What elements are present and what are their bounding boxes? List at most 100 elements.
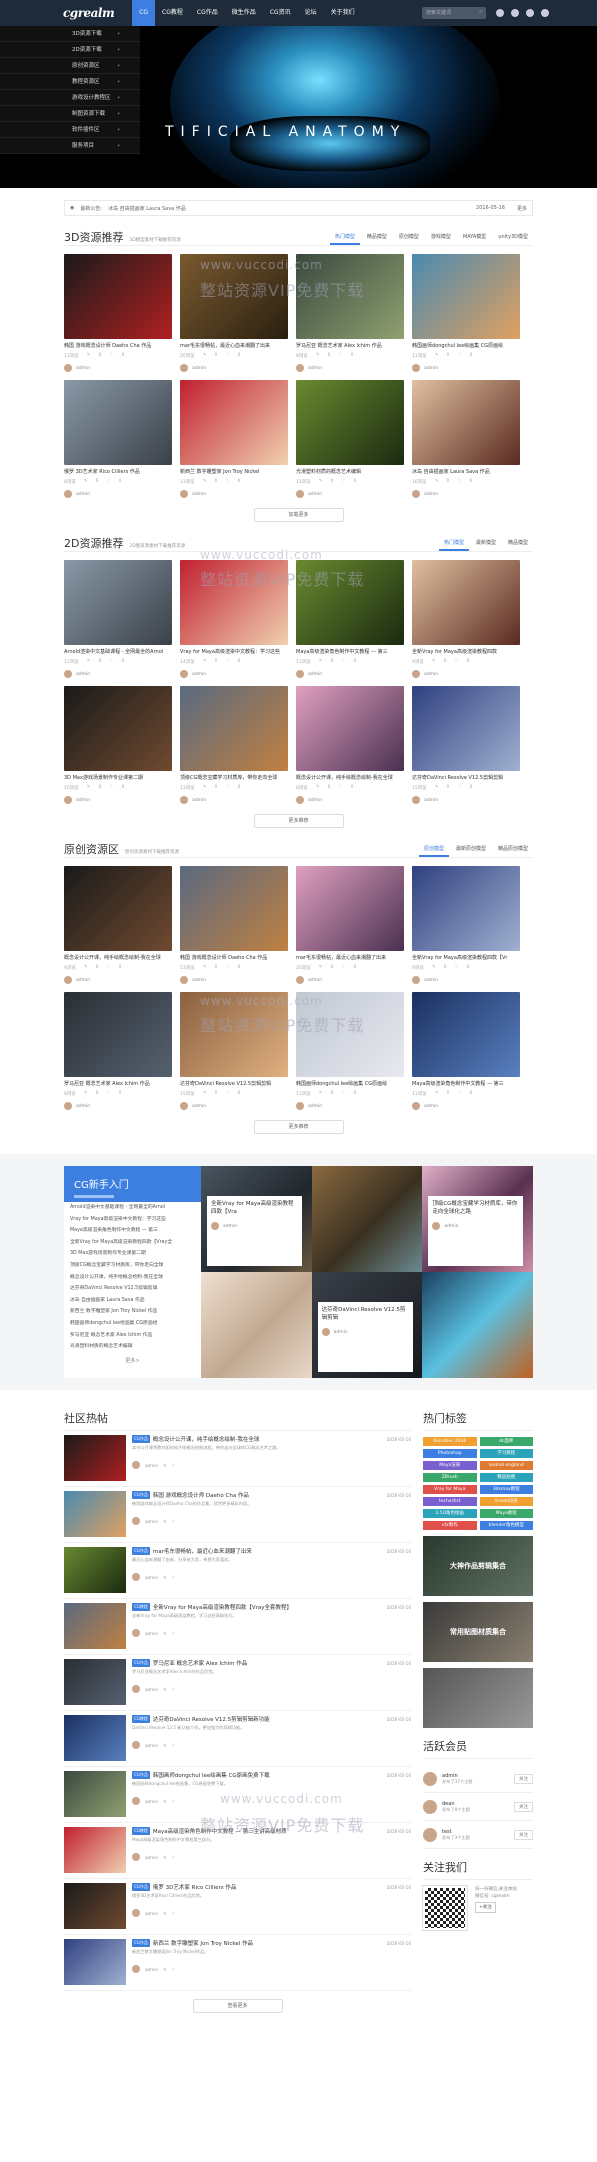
- card-thumbnail[interactable]: [412, 380, 520, 465]
- featured-title[interactable]: 达芬奇DaVinci Resolve V12.5剪辑剪辑: [322, 1306, 409, 1322]
- card-title[interactable]: mar毛东很畅帖，最近心血来潮翻了出来: [296, 954, 404, 961]
- resource-card[interactable]: 顶级CG概念宝藏学习材质库，带你走向全球 13浏览 ✎ 0 ♡ 0 admin: [180, 686, 288, 812]
- resource-card[interactable]: mar毛东很畅帖，最近心血来潮翻了出来 20浏览 ✎ 0 ♡ 0 admin: [180, 254, 288, 380]
- notice-text[interactable]: 冰岛 自由插画家 Laura Sava 作品: [108, 205, 186, 212]
- card-title[interactable]: 达芬奇DaVinci Resolve V12.5剪辑剪辑: [412, 774, 520, 781]
- card-title[interactable]: 韩国画师dongchul lee绘画集 CG原画绘: [412, 342, 520, 349]
- ad-banner[interactable]: [423, 1668, 533, 1728]
- newbie-list-item[interactable]: 韩国画师dongchul lee绘画集 CG原画绘: [64, 1318, 201, 1330]
- post-tag[interactable]: CG作品: [132, 1883, 150, 1891]
- tag-chip[interactable]: animal england: [479, 1461, 533, 1470]
- card-thumbnail[interactable]: [296, 992, 404, 1077]
- more-button[interactable]: 更多推荐: [253, 814, 344, 828]
- card-title[interactable]: Arnold渲染中文基础课程 - 全网最全的Arnol: [64, 648, 172, 655]
- tab[interactable]: 精品模型: [503, 536, 533, 551]
- post-item[interactable]: CG作品 新西兰 数字雕塑家 Jon Troy Nickel 作品 2016-05-…: [64, 1935, 411, 1991]
- category-item[interactable]: 服务项目 ›: [0, 138, 140, 154]
- card-title[interactable]: 概念设计公开课，纯手绘概念绘制-我在全球: [296, 774, 404, 781]
- view-more-button[interactable]: 查看更多: [192, 1999, 283, 2013]
- tag-chip[interactable]: Maya教程: [479, 1509, 533, 1518]
- search-input[interactable]: 搜索关键词 ⌕: [422, 7, 486, 19]
- nav-item[interactable]: CG作品: [190, 0, 225, 26]
- post-item[interactable]: CG教程 全新Vray for Maya高级渲染教程四款【Vray全套教程】 201…: [64, 1599, 411, 1655]
- post-item[interactable]: CG教程 达芬奇DaVinci Resolve V12.5剪辑剪辑新功能 2016-…: [64, 1711, 411, 1767]
- post-title[interactable]: mar毛东很畅帖，最近心血来潮翻了出来: [153, 1547, 252, 1555]
- card-thumbnail[interactable]: [64, 992, 172, 1077]
- post-thumbnail[interactable]: [64, 1603, 126, 1649]
- card-thumbnail[interactable]: [296, 866, 404, 951]
- card-thumbnail[interactable]: [180, 380, 288, 465]
- tab[interactable]: 最新模型: [471, 536, 501, 551]
- tab[interactable]: 热门模型: [438, 536, 469, 551]
- post-thumbnail[interactable]: [64, 1435, 126, 1481]
- follow-button[interactable]: 关注: [514, 1801, 533, 1812]
- post-item[interactable]: CG作品 概念设计公开课，纯手绘概念绘制-我在全球 2016-05-16 本节公开课…: [64, 1431, 411, 1487]
- newbie-list-item[interactable]: Arnold渲染中文基础课程 - 全网最全的Arnol: [64, 1202, 201, 1214]
- post-item[interactable]: CG教程 Maya高级渲染角色制作中文教程 — 第三主讲高级材质 2016-05-1…: [64, 1823, 411, 1879]
- featured-tile[interactable]: [422, 1272, 533, 1378]
- category-item[interactable]: 3D资源下载 ›: [0, 26, 140, 42]
- card-title[interactable]: 达芬奇DaVinci Resolve V12.5剪辑剪辑: [180, 1080, 288, 1087]
- post-title[interactable]: 韩国画师dongchul lee绘画集 CG原画免费下载: [153, 1771, 270, 1779]
- tag-chip[interactable]: 学习教程: [479, 1449, 533, 1458]
- resource-card[interactable]: Vray for Maya高级渲染中文教程：学习这些 14浏览 ✎ 0 ♡ 0 admi…: [180, 560, 288, 686]
- tab[interactable]: 最新原创模型: [451, 842, 491, 857]
- newbie-more-link[interactable]: 更多>: [64, 1357, 201, 1364]
- resource-card[interactable]: 韩国 游戏概念设计师 Daeho Cha 作品 13浏览 ✎ 0 ♡ 0 admin: [180, 866, 288, 992]
- card-title[interactable]: 全新Vray for Maya高级渲染教程四款【Vr: [412, 954, 520, 961]
- post-thumbnail[interactable]: [64, 1883, 126, 1929]
- card-thumbnail[interactable]: [64, 866, 172, 951]
- resource-card[interactable]: Arnold渲染中文基础课程 - 全网最全的Arnol 12浏览 ✎ 0 ♡ 0 adm…: [64, 560, 172, 686]
- tag-chip[interactable]: Maya渲染: [423, 1461, 477, 1470]
- post-thumbnail[interactable]: [64, 1659, 126, 1705]
- post-title[interactable]: 韩国 游戏概念设计师 Daeho Cha 作品: [153, 1491, 249, 1499]
- resource-card[interactable]: 达芬奇DaVinci Resolve V12.5剪辑剪辑 15浏览 ✎ 0 ♡ 0 ad…: [412, 686, 520, 812]
- nav-item[interactable]: 微生作品: [225, 0, 263, 26]
- card-title[interactable]: 冰岛 自由插画家 Laura Sava 作品: [412, 468, 520, 475]
- tag-chip[interactable]: vfx制作: [423, 1521, 477, 1530]
- tab[interactable]: 游戏模型: [426, 230, 456, 245]
- post-item[interactable]: CG作品 俄罗 3D艺术家 Rico Cilliers 作品 2016-05-16 …: [64, 1879, 411, 1935]
- resource-card[interactable]: mar毛东很畅帖，最近心血来潮翻了出来 20浏览 ✎ 0 ♡ 0 admin: [296, 866, 404, 992]
- tab[interactable]: 热门模型: [329, 230, 360, 245]
- card-thumbnail[interactable]: [412, 560, 520, 645]
- card-thumbnail[interactable]: [180, 254, 288, 339]
- resource-card[interactable]: 韩国画师dongchul lee绘画集 CG原画绘 11浏览 ✎ 0 ♡ 0 admin: [412, 254, 520, 380]
- post-item[interactable]: CG作品 韩国 游戏概念设计师 Daeho Cha 作品 2016-05-16 韩国…: [64, 1487, 411, 1543]
- resource-card[interactable]: 新西兰 数字雕塑家 Jon Troy Nickel 13浏览 ✎ 0 ♡ 0 admin: [180, 380, 288, 506]
- card-title[interactable]: Maya高级渲染角色制作中文教程 — 第三: [412, 1080, 520, 1087]
- post-thumbnail[interactable]: [64, 1547, 126, 1593]
- search-icon[interactable]: ⌕: [479, 9, 482, 17]
- card-thumbnail[interactable]: [64, 560, 172, 645]
- post-tag[interactable]: CG作品: [132, 1659, 150, 1667]
- newbie-list-item[interactable]: 新西兰 数字雕塑家 Jon Troy Nickel 作品: [64, 1306, 201, 1318]
- post-tag[interactable]: CG作品: [132, 1491, 150, 1499]
- load-more-button[interactable]: 加载更多: [253, 508, 344, 522]
- card-thumbnail[interactable]: [296, 380, 404, 465]
- newbie-list-item[interactable]: 达芬奇DaVinci Resolve V12.5剪辑剪辑: [64, 1283, 201, 1295]
- card-title[interactable]: 俄罗 3D艺术家 Rico Cilliers 作品: [64, 468, 172, 475]
- nav-item[interactable]: 论坛: [298, 0, 324, 26]
- resource-card[interactable]: 达芬奇DaVinci Resolve V12.5剪辑剪辑 15浏览 ✎ 0 ♡ 0 ad…: [180, 992, 288, 1118]
- resource-card[interactable]: 罗马尼亚 概念艺术家 Alex Ichim 作品 9浏览 ✎ 0 ♡ 0 admin: [296, 254, 404, 380]
- site-logo[interactable]: cgrealm: [63, 6, 115, 20]
- tag-chip[interactable]: Photoshop: [423, 1449, 477, 1458]
- featured-tile[interactable]: 达芬奇DaVinci Resolve V12.5剪辑剪辑 admin: [311, 1272, 423, 1378]
- resource-card[interactable]: 全新Vray for Maya高级渲染教程四款 9浏览 ✎ 0 ♡ 0 admin: [412, 560, 520, 686]
- resource-card[interactable]: 光滑塑料材质的概念艺术编辑 12浏览 ✎ 0 ♡ 0 admin: [296, 380, 404, 506]
- category-item[interactable]: 教程资源区 ›: [0, 74, 140, 90]
- nav-item[interactable]: CG资讯: [263, 0, 298, 26]
- card-thumbnail[interactable]: [180, 686, 288, 771]
- tag-chip[interactable]: ZBrush: [423, 1473, 477, 1482]
- resource-card[interactable]: 3D Max游戏场景制作专业课第二期 10浏览 ✎ 0 ♡ 0 admin: [64, 686, 172, 812]
- newbie-list-item[interactable]: Vray for Maya高级渲染中文教程：学习这些: [64, 1214, 201, 1226]
- card-thumbnail[interactable]: [412, 686, 520, 771]
- newbie-list-item[interactable]: 3D Max游戏场景制作专业课第二期: [64, 1248, 201, 1260]
- card-thumbnail[interactable]: [296, 686, 404, 771]
- featured-tile[interactable]: 全新Vray for Maya高级渲染教程四款【Vra admin: [201, 1166, 312, 1272]
- tag-chip[interactable]: Arnold渲染: [479, 1497, 533, 1506]
- card-title[interactable]: 概念设计公开课，纯手绘概念绘制-我在全球: [64, 954, 172, 961]
- featured-tile[interactable]: 顶级CG概念宝藏学习材质库，带你走向全球化之路 admin: [422, 1166, 533, 1272]
- resource-card[interactable]: Maya高级渲染角色制作中文教程 — 第三 11浏览 ✎ 0 ♡ 0 admin: [296, 560, 404, 686]
- more-button[interactable]: 更多推荐: [253, 1120, 344, 1134]
